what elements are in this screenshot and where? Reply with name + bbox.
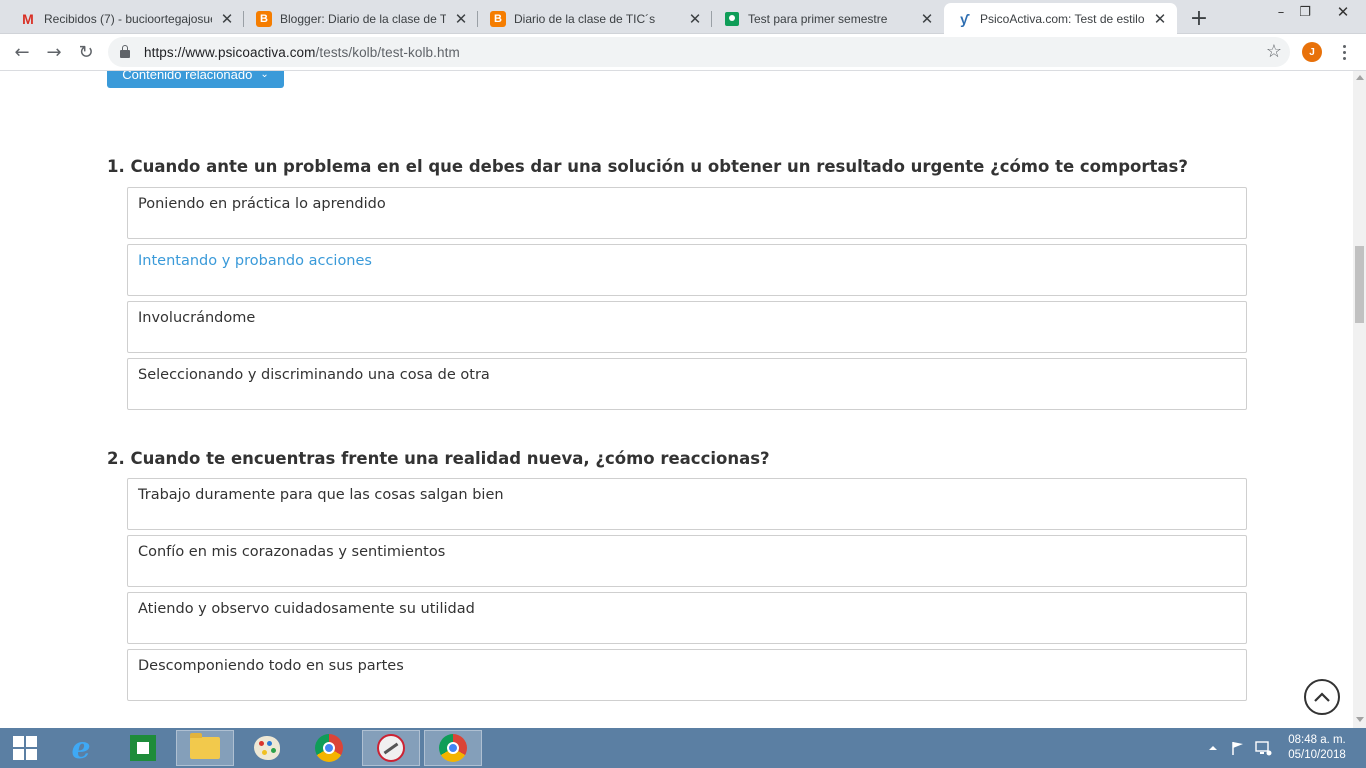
windows-logo-icon [13,736,37,760]
browser-menu-icon[interactable] [1336,40,1352,64]
internet-explorer-icon: e [71,730,91,766]
related-content-button[interactable]: Contenido relacionado ⌄ [107,71,284,88]
scroll-to-top-button[interactable] [1304,679,1340,715]
close-icon[interactable]: ✕ [918,10,936,28]
answer-option[interactable]: Confío en mis corazonadas y sentimientos [127,535,1247,587]
answer-option[interactable]: Atiendo y observo cuidadosamente su util… [127,592,1247,644]
question-1: 1. Cuando ante un problema en el que deb… [107,157,1188,176]
scroll-up-arrow-icon[interactable] [1356,75,1364,80]
forward-button[interactable]: → [42,40,66,64]
tab-strip: M Recibidos (7) - bucioortegajosue ✕ B B… [0,0,1366,35]
tab-title: PsicoActiva.com: Test de estilos [980,12,1145,26]
browser-toolbar: ← → ↻ https://www.psicoactiva.com/tests/… [0,34,1366,71]
clock-date: 05/10/2018 [1288,749,1346,761]
taskbar-file-explorer[interactable] [176,730,234,766]
page-content: Contenido relacionado ⌄ 1. Cuando ante u… [0,71,1353,728]
taskbar-paint[interactable] [238,730,296,766]
taskbar-chrome[interactable] [300,730,358,766]
tab-title: Recibidos (7) - bucioortegajosue [44,11,212,26]
question-2: 2. Cuando te encuentras frente una reali… [107,449,770,468]
tab-title: Diario de la clase de TIC´s [514,11,656,26]
clock-time: 08:48 a. m. [1288,734,1346,746]
profile-avatar[interactable]: J [1302,42,1322,62]
tab-diario[interactable]: B Diario de la clase de TIC´s ✕ [478,3,712,34]
show-hidden-icons-button[interactable] [1208,728,1218,768]
blogger-icon: B [256,10,272,27]
gmail-icon: M [22,10,34,27]
reload-button[interactable]: ↻ [74,40,98,64]
psicoactiva-icon: ƴ [960,11,968,27]
answer-option[interactable]: Seleccionando y discriminando una cosa d… [127,358,1247,410]
chrome-icon [315,734,343,762]
answer-option[interactable]: Poniendo en práctica lo aprendido [127,187,1247,239]
close-icon[interactable]: ✕ [452,10,470,28]
url-text: https://www.psicoactiva.com/tests/kolb/t… [144,44,460,60]
answer-option[interactable]: Descomponiendo todo en sus partes [127,649,1247,701]
vertical-scrollbar[interactable] [1353,71,1366,728]
answer-option[interactable]: Intentando y probando acciones [127,244,1247,296]
blogger-icon: B [490,10,506,27]
close-icon[interactable]: ✕ [1151,10,1169,28]
taskbar-chrome-active[interactable] [424,730,482,766]
action-center-flag-icon[interactable] [1230,728,1246,768]
tab-test[interactable]: Test para primer semestre ✕ [712,3,944,34]
windows-taskbar: e 08:48 a. m. 05/10/2018 [0,728,1366,768]
tab-psicoactiva[interactable]: ƴ PsicoActiva.com: Test de estilos ✕ [944,3,1177,35]
chevron-up-icon [1209,746,1217,750]
network-icon[interactable] [1254,728,1272,768]
taskbar-snipping-tool[interactable] [362,730,420,766]
folder-icon [190,733,220,759]
close-icon[interactable]: ✕ [218,10,236,28]
tab-title: Blogger: Diario de la clase de TIC [280,11,446,26]
taskbar-store[interactable] [114,730,172,766]
snipping-tool-icon [377,734,405,762]
tab-blogger[interactable]: B Blogger: Diario de la clase de TIC ✕ [244,3,478,34]
new-tab-button[interactable]: + [1186,6,1212,31]
chevron-up-icon [1314,692,1330,702]
paint-icon [254,736,280,760]
back-button[interactable]: ← [10,40,34,64]
answer-option[interactable]: Involucrándome [127,301,1247,353]
store-icon [130,735,156,761]
address-bar[interactable]: https://www.psicoactiva.com/tests/kolb/t… [108,37,1290,67]
chrome-icon [439,734,467,762]
close-icon[interactable]: ✕ [686,10,704,28]
scrollbar-thumb[interactable] [1355,246,1364,323]
scroll-down-arrow-icon[interactable] [1356,717,1364,722]
taskbar-internet-explorer[interactable]: e [52,730,110,766]
system-clock[interactable]: 08:48 a. m. 05/10/2018 [1284,733,1350,763]
lock-icon [120,45,130,58]
answer-option[interactable]: Trabajo duramente para que las cosas sal… [127,478,1247,530]
tab-title: Test para primer semestre [748,11,888,26]
close-window-button[interactable]: ✕ [1320,0,1366,24]
start-button[interactable] [0,730,50,766]
bookmark-star-icon[interactable]: ☆ [1266,41,1282,62]
tab-gmail[interactable]: M Recibidos (7) - bucioortegajosue ✕ [8,3,244,34]
forms-icon [724,11,740,27]
chevron-down-icon: ⌄ [260,71,269,80]
